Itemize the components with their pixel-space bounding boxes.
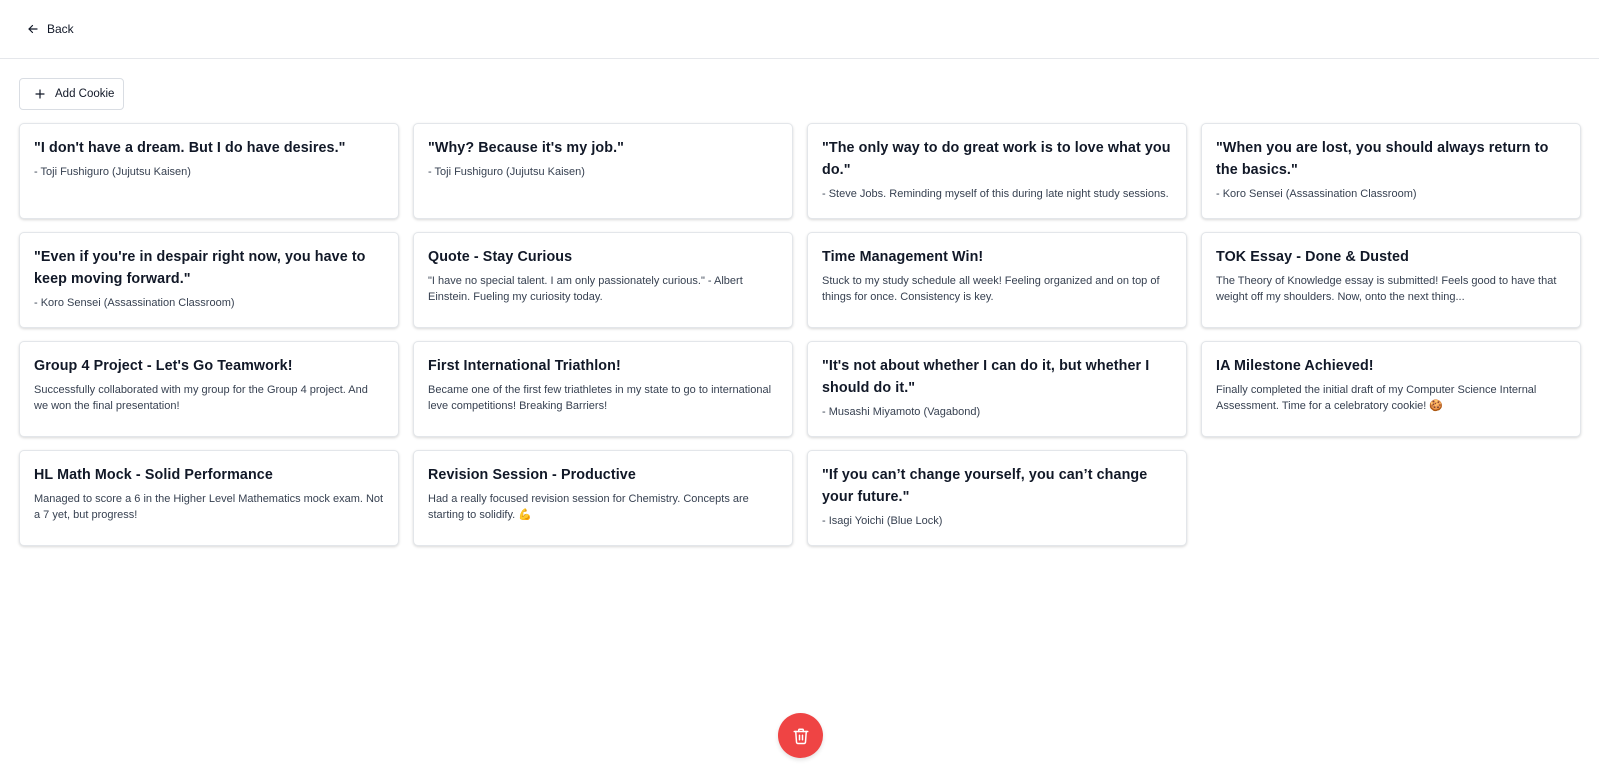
cookie-card[interactable]: "When you are lost, you should always re…: [1201, 123, 1581, 219]
cookie-card[interactable]: "I don't have a dream. But I do have des…: [19, 123, 399, 219]
card-title: Time Management Win!: [822, 249, 984, 265]
card-title: "I don't have a dream. But I do have des…: [34, 140, 346, 156]
card-title: "Why? Because it's my job.": [428, 140, 625, 156]
card-title: "Even if you're in despair right now, yo…: [34, 249, 366, 287]
card-title: Group 4 Project - Let's Go Teamwork!: [34, 358, 293, 374]
card-body: - Musashi Miyamoto (Vagabond): [822, 406, 981, 418]
cookie-card[interactable]: "Even if you're in despair right now, yo…: [19, 232, 399, 328]
card-body: - Steve Jobs. Reminding myself of this d…: [822, 188, 1169, 200]
card-title: IA Milestone Achieved!: [1216, 358, 1374, 374]
cookie-card[interactable]: First International Triathlon! Became on…: [413, 341, 793, 437]
add-cookie-label: Add Cookie: [55, 88, 115, 100]
cookie-grid: "I don't have a dream. But I do have des…: [19, 123, 1582, 546]
card-body: Managed to score a 6 in the Higher Level…: [34, 493, 384, 521]
cookie-card[interactable]: Group 4 Project - Let's Go Teamwork! Suc…: [19, 341, 399, 437]
cookie-card[interactable]: Quote - Stay Curious "I have no special …: [413, 232, 793, 328]
delete-button[interactable]: [778, 713, 823, 758]
arrow-left-icon: [27, 23, 39, 35]
card-body: - Toji Fushiguro (Jujutsu Kaisen): [34, 166, 191, 178]
cookie-card[interactable]: TOK Essay - Done & Dusted The Theory of …: [1201, 232, 1581, 328]
card-body: Stuck to my study schedule all week! Fee…: [822, 275, 1160, 303]
card-title: Revision Session - Productive: [428, 467, 636, 483]
trash-icon: [792, 727, 810, 745]
card-title: First International Triathlon!: [428, 358, 621, 374]
plus-icon: [34, 88, 46, 100]
cookie-card[interactable]: "The only way to do great work is to lov…: [807, 123, 1187, 219]
back-button[interactable]: Back: [18, 16, 83, 42]
top-bar: Back: [0, 0, 1599, 59]
cookie-card[interactable]: Time Management Win! Stuck to my study s…: [807, 232, 1187, 328]
card-body: - Koro Sensei (Assassination Classroom): [34, 297, 235, 309]
card-title: HL Math Mock - Solid Performance: [34, 467, 273, 483]
cookie-card[interactable]: Revision Session - Productive Had a real…: [413, 450, 793, 546]
card-body: Finally completed the initial draft of m…: [1216, 384, 1537, 412]
card-body: - Isagi Yoichi (Blue Lock): [822, 515, 943, 527]
card-body: - Koro Sensei (Assassination Classroom): [1216, 188, 1417, 200]
card-body: The Theory of Knowledge essay is submitt…: [1216, 275, 1557, 303]
card-body: "I have no special talent. I am only pas…: [428, 275, 743, 303]
card-title: "When you are lost, you should always re…: [1216, 140, 1549, 178]
cookie-card[interactable]: "Why? Because it's my job." - Toji Fushi…: [413, 123, 793, 219]
back-label: Back: [47, 22, 74, 36]
card-body: - Toji Fushiguro (Jujutsu Kaisen): [428, 166, 585, 178]
cookie-card[interactable]: HL Math Mock - Solid Performance Managed…: [19, 450, 399, 546]
card-body: Became one of the first few triathletes …: [428, 384, 772, 412]
cookie-card[interactable]: "If you can’t change yourself, you can’t…: [807, 450, 1187, 546]
card-body: Successfully collaborated with my group …: [34, 384, 368, 412]
card-body: Had a really focused revision session fo…: [428, 493, 749, 521]
card-title: Quote - Stay Curious: [428, 249, 573, 265]
card-title: "It's not about whether I can do it, but…: [822, 358, 1150, 396]
card-title: "The only way to do great work is to lov…: [822, 140, 1171, 178]
card-title: TOK Essay - Done & Dusted: [1216, 249, 1409, 265]
card-title: "If you can’t change yourself, you can’t…: [822, 467, 1148, 505]
add-cookie-button[interactable]: Add Cookie: [19, 78, 124, 110]
cookie-card[interactable]: IA Milestone Achieved! Finally completed…: [1201, 341, 1581, 437]
cookie-card[interactable]: "It's not about whether I can do it, but…: [807, 341, 1187, 437]
